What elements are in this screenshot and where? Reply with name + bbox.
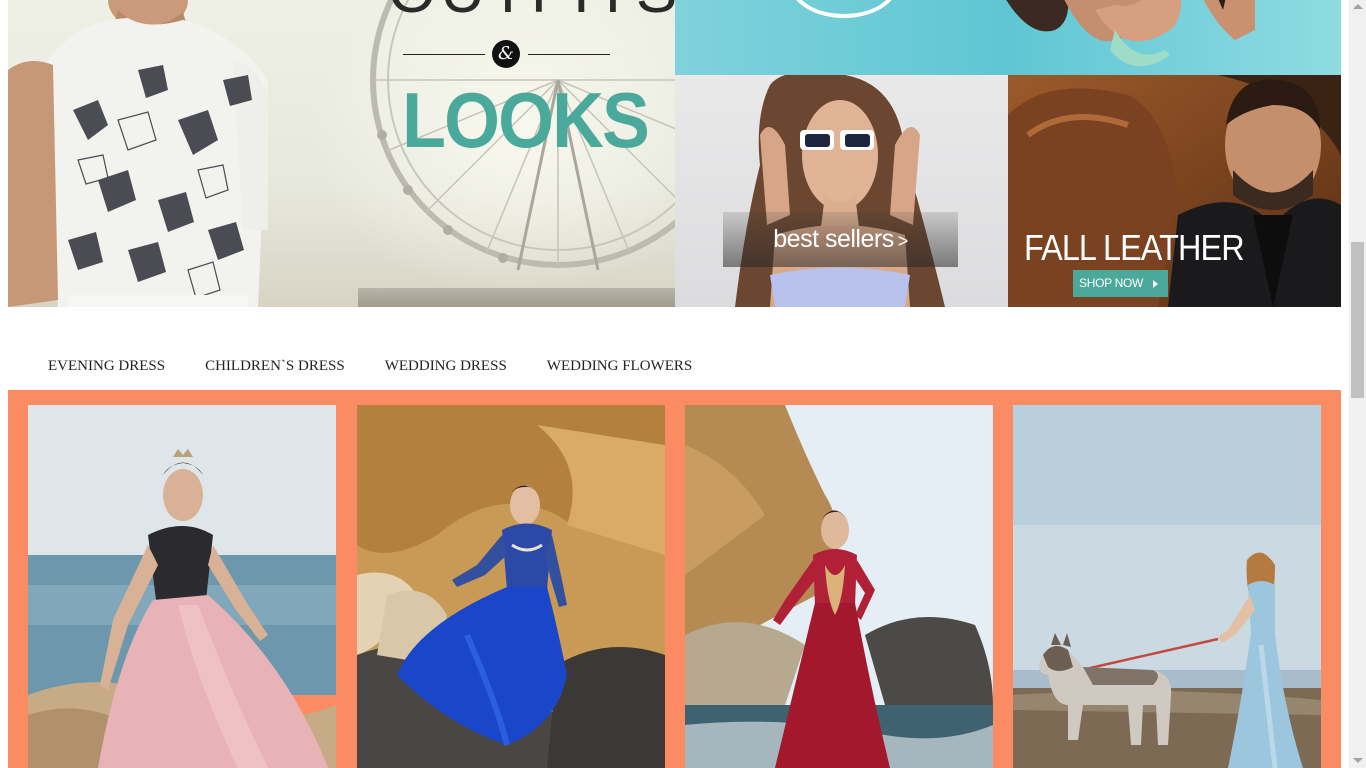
hero-banner-swimwear[interactable] — [675, 0, 1341, 75]
hero-outfits-heading: OUTFITS — [388, 0, 675, 24]
tab-childrens-dress[interactable]: CHILDREN`S DRESS — [185, 352, 365, 382]
product-card-pink-gown[interactable] — [28, 405, 336, 768]
scroll-up-arrow-icon[interactable] — [1353, 4, 1363, 9]
fall-leather-title: FALL LEATHER — [1024, 227, 1245, 268]
product-image-lightblue-gown — [1013, 405, 1321, 768]
hero-banner-outfits-looks[interactable]: OUTFITS & LOOKS — [8, 0, 675, 307]
tile-fall-leather[interactable]: FALL LEATHER SHOP NOW — [1008, 75, 1341, 307]
hero-looks-heading: LOOKS — [402, 76, 650, 164]
product-image-red-gown — [685, 405, 993, 768]
product-gallery-panel — [8, 390, 1341, 768]
shop-now-label: SHOP NOW — [1079, 276, 1144, 290]
logo-circle-badge — [790, 0, 898, 18]
ampersand-badge: & — [492, 40, 520, 68]
scroll-down-arrow-icon[interactable] — [1353, 758, 1363, 763]
play-arrow-icon — [1153, 280, 1158, 288]
category-tabs: EVENING DRESS CHILDREN`S DRESS WEDDING D… — [28, 352, 712, 382]
model-man-leather-jacket — [1008, 75, 1341, 307]
model-woman-swimwear — [1006, 0, 1255, 67]
scrollbar-thumb[interactable] — [1351, 242, 1364, 398]
tab-wedding-flowers[interactable]: WEDDING FLOWERS — [527, 352, 712, 382]
product-card-red-gown[interactable] — [685, 405, 993, 768]
tab-wedding-dress[interactable]: WEDDING DRESS — [365, 352, 527, 382]
best-sellers-link[interactable]: best sellers > — [723, 225, 958, 254]
model-man-diamond-tee — [8, 0, 268, 307]
divider-line-left — [403, 54, 485, 55]
tile-best-sellers[interactable]: best sellers > — [675, 75, 1008, 307]
tab-evening-dress[interactable]: EVENING DRESS — [28, 352, 185, 382]
city-skyline — [358, 288, 675, 307]
shop-now-button[interactable]: SHOP NOW — [1073, 270, 1168, 297]
best-sellers-arrow-icon: > — [897, 231, 909, 251]
divider-line-right — [528, 54, 610, 55]
best-sellers-label: best sellers — [773, 225, 894, 253]
model-woman-sunglasses — [735, 75, 945, 307]
product-image-blue-gown — [357, 405, 665, 768]
product-image-pink-gown — [28, 405, 336, 768]
product-card-lightblue-gown[interactable] — [1013, 405, 1321, 768]
product-card-blue-gown[interactable] — [357, 405, 665, 768]
